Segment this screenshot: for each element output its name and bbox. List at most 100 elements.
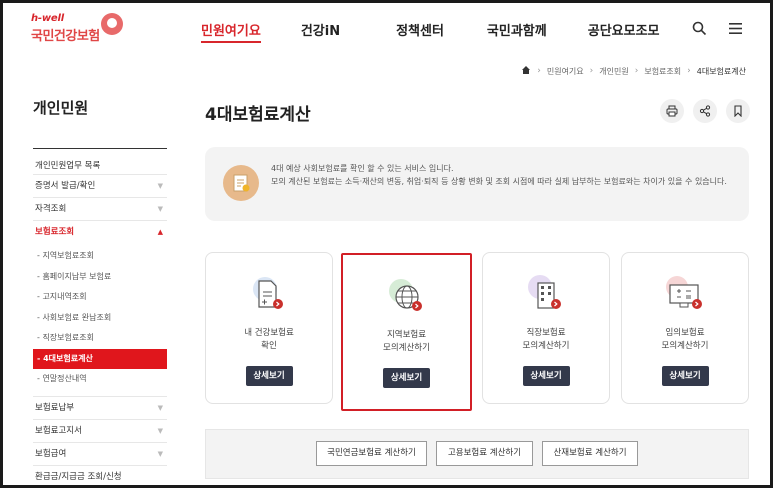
print-button[interactable]	[660, 99, 684, 123]
card-label-line: 임의보험료	[665, 328, 705, 338]
print-icon	[666, 105, 678, 117]
card-label-line: 직장보험료	[526, 328, 566, 338]
breadcrumb-separator: ›	[589, 66, 594, 76]
submenu-item-label: 지역보험료조회	[42, 251, 94, 260]
breadcrumb: › 민원여기요 › 개인민원 › 보험료조회 › 4대보험료계산	[521, 65, 746, 77]
globe-icon	[385, 275, 429, 319]
sidebar-title: 개인민원	[33, 97, 167, 149]
breadcrumb-item[interactable]: 보험료조회	[644, 66, 681, 77]
detail-button[interactable]: 상세보기	[383, 368, 430, 388]
page-title: 4대보험료계산	[205, 105, 311, 125]
page-tools	[660, 99, 750, 123]
calculator-icon	[663, 273, 707, 317]
sidebar-item-label: 환급금/지급금 조회/신청	[35, 471, 122, 482]
submenu-item-label: 사회보험료 완납조회	[42, 312, 112, 322]
detail-button[interactable]: 상세보기	[245, 366, 293, 386]
sidebar-item-label: 자격조회	[35, 204, 67, 214]
card-workplace-premium[interactable]: 직장보험료 모의계산하기 상세보기	[482, 252, 610, 404]
submenu-item[interactable]: - 연말정산내역	[33, 369, 167, 390]
header-utilities	[690, 19, 744, 37]
chevron-up-icon: ▲	[157, 228, 163, 236]
submenu-item[interactable]: - 홈페이지납부 보험료	[33, 267, 167, 288]
submenu-item-label: 고지내역조회	[42, 292, 87, 301]
chevron-down-icon: ▼	[157, 182, 163, 190]
bookmark-icon	[734, 105, 742, 117]
document-icon	[247, 273, 291, 317]
info-line: 모의 계산된 보험료는 소득·재산의 변동, 취업·퇴직 등 상황 변화 및 조…	[271, 177, 727, 186]
sidebar-item-label: 보험급여	[35, 448, 67, 459]
card-label-line: 모의계산하기	[661, 341, 709, 351]
card-label-line: 지역보험료	[386, 330, 427, 340]
card-label: 지역보험료 모의계산하기	[343, 329, 470, 355]
sidebar-item-payment[interactable]: 보험료납부 ▼	[33, 397, 167, 420]
menu-icon[interactable]	[726, 19, 744, 37]
card-label-line: 확인	[261, 341, 277, 351]
submenu-item-label: 연말정산내역	[42, 374, 87, 383]
sidebar-item-label: 보험료조회	[35, 227, 75, 237]
logo-mark-icon	[101, 13, 123, 35]
chevron-down-icon: ▼	[157, 426, 163, 435]
submenu-item-label: 홈페이지납부 보험료	[42, 271, 112, 281]
card-voluntary-premium[interactable]: 임의보험료 모의계산하기 상세보기	[621, 252, 749, 404]
nav-item-health-in[interactable]: 건강iN	[301, 20, 340, 43]
home-icon[interactable]	[521, 65, 531, 77]
submenu-item[interactable]: - 지역보험료조회	[33, 246, 167, 267]
submenu-item-label: 4대보험료계산	[43, 353, 93, 363]
info-box: 4대 예상 사회보험료를 확인 할 수 있는 서비스 입니다. 모의 계산된 보…	[205, 147, 749, 221]
sidebar-item-label: 개인민원업무 목록	[35, 161, 101, 171]
nav-item-civil[interactable]: 민원여기요	[201, 20, 261, 43]
employment-calc-button[interactable]: 고용보험료 계산하기	[436, 441, 533, 466]
sidebar-item-list[interactable]: 개인민원업무 목록	[33, 149, 167, 175]
detail-button[interactable]: 상세보기	[522, 366, 570, 386]
detail-button[interactable]: 상세보기	[661, 366, 709, 386]
card-label-line: 모의계산하기	[383, 343, 430, 353]
sidebar-item-certificate[interactable]: 증명서 발급/확인 ▼	[33, 175, 167, 198]
card-regional-premium[interactable]: 지역보험료 모의계산하기 상세보기	[341, 253, 472, 411]
card-label-line: 모의계산하기	[522, 341, 570, 351]
card-label: 임의보험료 모의계산하기	[622, 327, 748, 353]
breadcrumb-separator: ›	[634, 66, 639, 76]
sidebar-item-label: 보험료납부	[35, 402, 75, 413]
card-label: 내 건강보험료 확인	[206, 327, 332, 353]
breadcrumb-current: 4대보험료계산	[696, 66, 746, 76]
breadcrumb-separator: ›	[537, 66, 541, 76]
bookmark-button[interactable]	[726, 99, 750, 123]
submenu-item-active[interactable]: - 4대보험료계산	[33, 348, 167, 369]
pension-calc-button[interactable]: 국민연금보험료 계산하기	[316, 441, 427, 466]
info-text: 4대 예상 사회보험료를 확인 할 수 있는 서비스 입니다. 모의 계산된 보…	[271, 162, 741, 188]
site-header: h-well 국민건강보험 민원여기요 건강iN 정책센터 국민과함께 공단요모…	[3, 3, 770, 57]
submenu-item[interactable]: - 고지내역조회	[33, 287, 167, 308]
browser-frame: h-well 국민건강보험 민원여기요 건강iN 정책센터 국민과함께 공단요모…	[0, 0, 773, 488]
nav-item-about[interactable]: 공단요모조모	[588, 20, 660, 43]
search-icon[interactable]	[690, 19, 708, 37]
sidebar-item-label: 증명서 발급/확인	[35, 181, 96, 191]
sidebar-item-benefit[interactable]: 보험급여 ▼	[33, 443, 167, 466]
sidebar: 개인민원 개인민원업무 목록 증명서 발급/확인 ▼ 자격조회 ▼ 보험료조회 …	[33, 97, 167, 486]
sidebar-item-premium-inquiry[interactable]: 보험료조회 ▲	[33, 221, 167, 244]
sidebar-item-refund[interactable]: 환급금/지급금 조회/신청	[33, 466, 167, 486]
sidebar-item-qualification[interactable]: 자격조회 ▼	[33, 198, 167, 221]
card-label: 직장보험료 모의계산하기	[483, 327, 609, 353]
certificate-icon	[223, 165, 259, 201]
main-nav: 민원여기요 건강iN 정책센터 국민과함께 공단요모조모	[201, 20, 660, 43]
sidebar-item-label: 보험료고지서	[35, 425, 82, 436]
sidebar-item-bill[interactable]: 보험료고지서 ▼	[33, 420, 167, 443]
chevron-down-icon: ▼	[157, 205, 163, 213]
nav-item-policy[interactable]: 정책센터	[396, 20, 444, 43]
site-logo[interactable]: h-well 국민건강보험	[31, 13, 131, 49]
info-line: 4대 예상 사회보험료를 확인 할 수 있는 서비스 입니다.	[271, 164, 454, 173]
breadcrumb-item[interactable]: 개인민원	[599, 66, 628, 77]
submenu-item[interactable]: - 사회보험료 완납조회	[33, 308, 167, 329]
other-calculators-bar: 국민연금보험료 계산하기 고용보험료 계산하기 산재보험료 계산하기	[205, 429, 749, 479]
submenu-item-label: 직장보험료조회	[42, 333, 94, 342]
breadcrumb-item[interactable]: 민원여기요	[547, 66, 584, 77]
submenu-item[interactable]: - 직장보험료조회	[33, 328, 167, 349]
industrial-accident-calc-button[interactable]: 산재보험료 계산하기	[542, 441, 638, 466]
nav-item-together[interactable]: 국민과함께	[487, 20, 547, 43]
chevron-down-icon: ▼	[157, 449, 163, 458]
chevron-down-icon: ▼	[157, 403, 163, 412]
building-icon	[524, 273, 568, 317]
sidebar-submenu: - 지역보험료조회 - 홈페이지납부 보험료 - 고지내역조회 - 사회보험료 …	[33, 244, 167, 397]
card-my-premium[interactable]: 내 건강보험료 확인 상세보기	[205, 252, 333, 404]
share-button[interactable]	[693, 99, 717, 123]
